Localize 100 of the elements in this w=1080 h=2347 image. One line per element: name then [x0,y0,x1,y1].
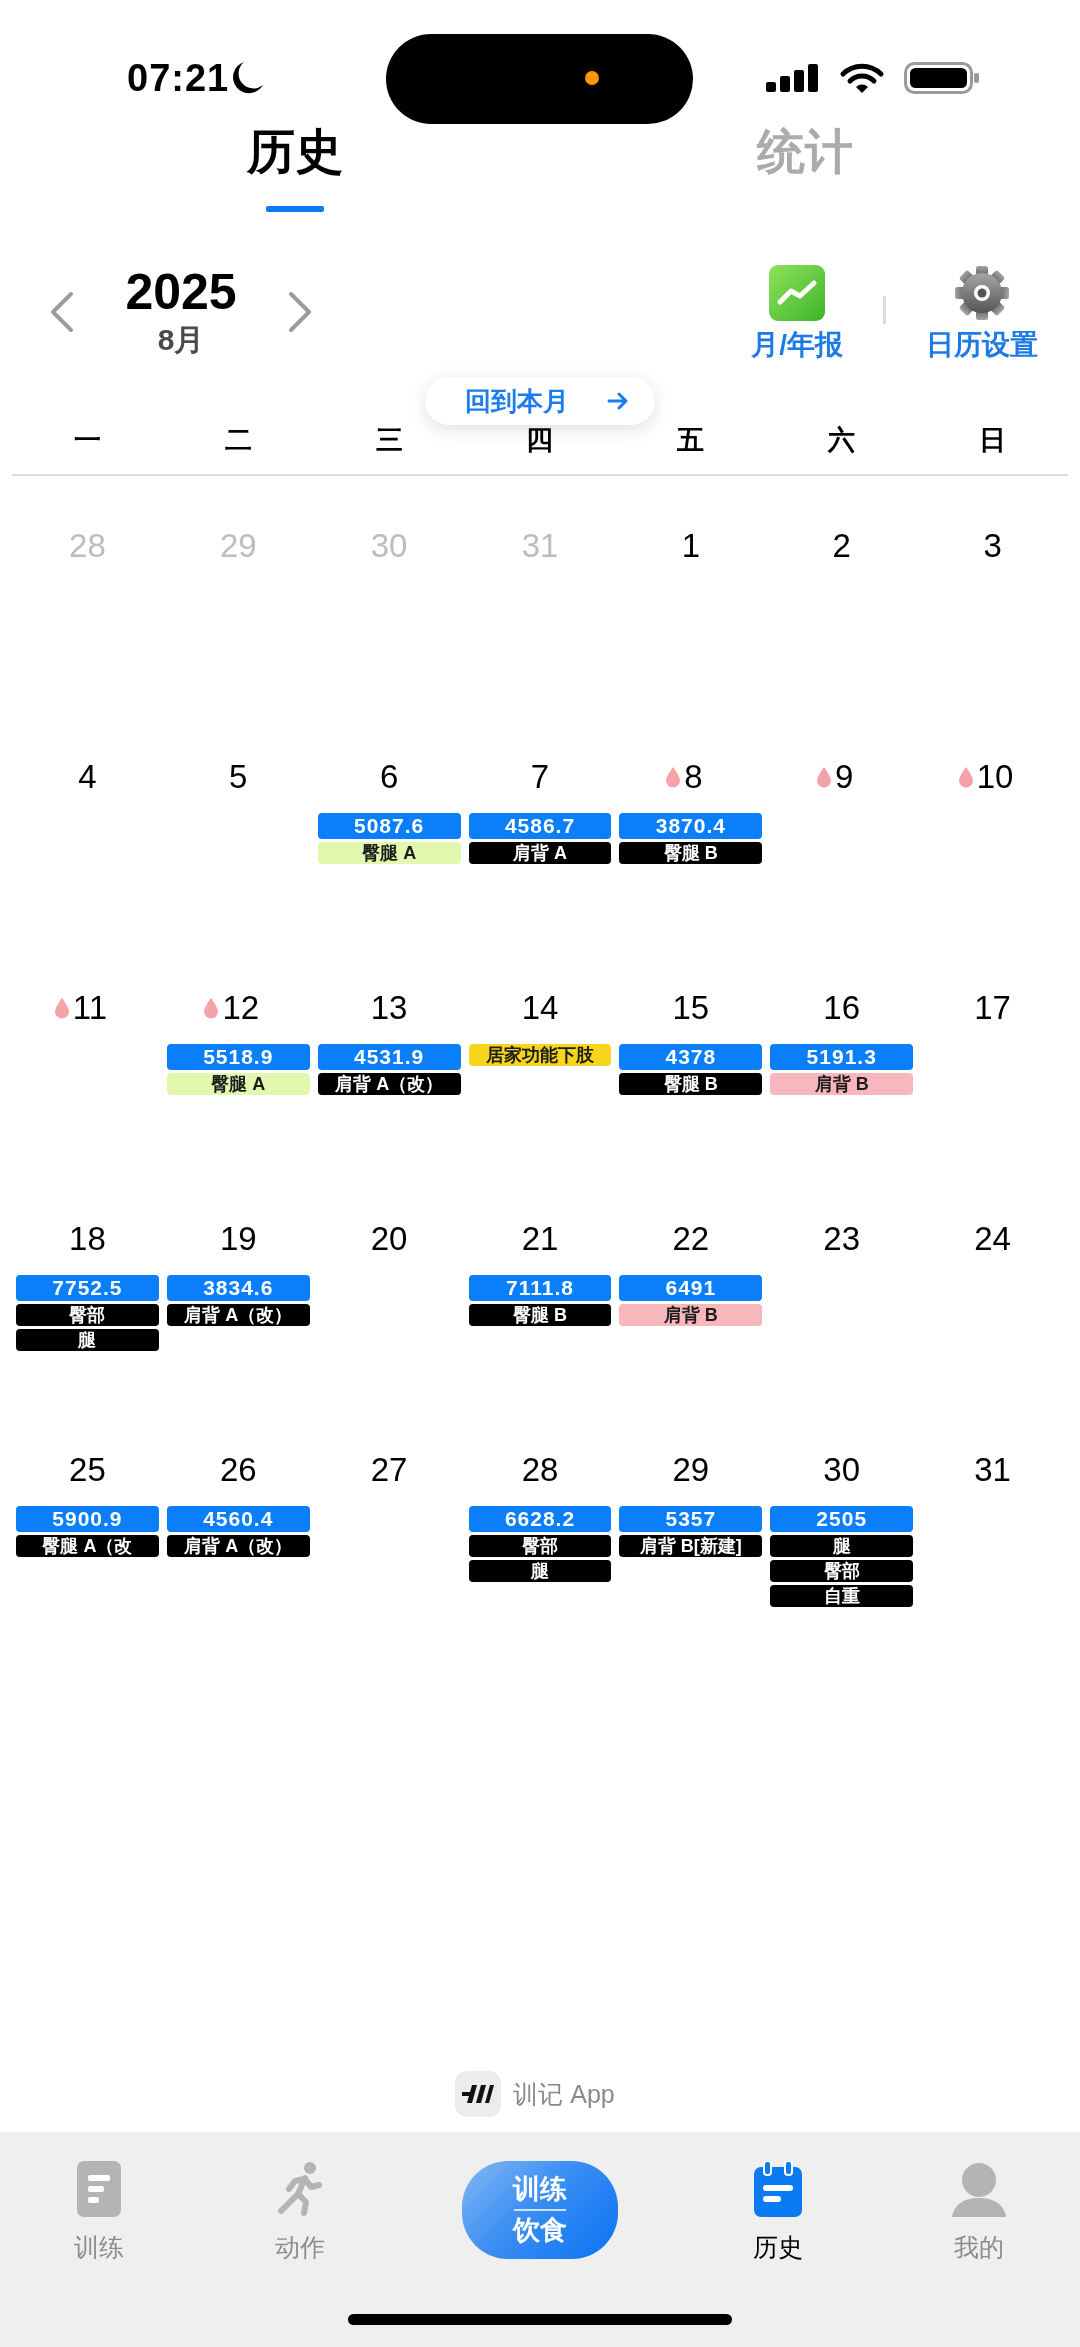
date-number[interactable]: 12 [222,988,260,1028]
back-to-current-month-button[interactable]: 回到本月 [425,377,655,425]
date-number[interactable]: 13 [370,988,408,1028]
date-number[interactable]: 8 [684,757,703,797]
workout-tag: 肩背 A（改） [166,1535,310,1557]
workout-tag: 肩背 A（改） [166,1304,310,1326]
workout-tag: 肩背 B [619,1304,763,1326]
date-number[interactable]: 3 [983,526,1002,566]
app-name: 训记 App [513,2078,615,2110]
workout-tag: 腿 [16,1329,159,1351]
running-person-icon [277,2161,323,2217]
chevron-left-icon[interactable] [49,291,75,333]
weekday-label: 六 [828,426,856,454]
weekday-label: 四 [526,426,554,454]
workout-tag: 居家功能下肢 [468,1044,612,1066]
date-number[interactable]: 21 [521,1219,559,1259]
volume-badge: 7752.5 [16,1275,159,1301]
workout-tag: 腿 [468,1560,612,1582]
chevron-right-icon[interactable] [287,291,313,333]
calendar-settings-button[interactable]: 日历设置 [926,265,1038,363]
date-number[interactable]: 14 [521,988,559,1028]
year-label: 2025 [125,265,237,319]
workout-tag: 臀部 [16,1304,159,1326]
calendar-icon [754,2161,802,2217]
date-number[interactable]: 17 [974,988,1011,1028]
workout-tag: 肩背 B[新建] [619,1535,763,1557]
date-number[interactable]: 23 [823,1219,861,1259]
workout-tag: 臀腿 B [468,1304,612,1326]
workout-tag: 臀腿 B [619,1073,763,1095]
weekday-label: 一 [73,426,101,454]
date-number[interactable]: 10 [976,757,1014,797]
volume-badge: 5518.9 [166,1044,310,1070]
view-tab[interactable]: 历史 [247,122,343,212]
date-number[interactable]: 11 [72,988,108,1028]
date-number[interactable]: 26 [219,1450,257,1490]
volume-badge: 4531.9 [317,1044,461,1070]
workout-diet-button[interactable]: 训练 饮食 [462,2161,618,2259]
date-number[interactable]: 22 [672,1219,710,1259]
volume-badge: 5191.3 [770,1044,914,1070]
volume-badge: 6491 [619,1275,763,1301]
date-number[interactable]: 6 [379,757,399,797]
signal-icon [766,64,820,92]
workout-tag: 臀腿 B [619,842,763,864]
month-label: 8月 [157,322,205,358]
date-number[interactable]: 28 [521,1450,559,1490]
weekday-label: 日 [979,426,1007,454]
volume-badge: 3834.6 [166,1275,310,1301]
volume-badge: 5900.9 [16,1506,159,1532]
date-number[interactable]: 25 [69,1450,106,1490]
workout-tag: 臀腿 A [166,1073,310,1095]
date-number[interactable]: 30 [823,1450,861,1490]
settings-icon [954,265,1010,321]
workout-tag: 臀腿 A（改 [16,1535,159,1557]
app-logo-icon [455,2071,502,2117]
date-number[interactable]: 19 [219,1219,257,1259]
nav-tab[interactable]: 历史 [753,2161,803,2263]
volume-badge: 4378 [619,1044,763,1070]
volume-badge: 5087.6 [317,813,461,839]
indicator-dot-icon [585,71,599,85]
date-number[interactable]: 2 [832,526,851,566]
volume-badge: 5357 [619,1506,763,1532]
weekday-label: 三 [375,426,403,454]
wifi-icon [839,62,885,94]
volume-badge: 2505 [770,1506,914,1532]
report-button[interactable]: 月/年报 [751,265,843,363]
person-icon [951,2161,1007,2217]
moon-icon [232,61,265,95]
volume-badge: 6628.2 [468,1506,612,1532]
workout-tag: 臀部 [468,1535,612,1557]
volume-badge: 3870.4 [619,813,763,839]
volume-badge: 4586.7 [468,813,612,839]
workout-tag: 自重 [770,1585,914,1607]
date-number[interactable]: 5 [229,757,248,797]
date-number[interactable]: 16 [823,988,861,1028]
date-number[interactable]: 15 [672,988,710,1028]
date-number[interactable]: 24 [974,1219,1011,1259]
date-number[interactable]: 18 [69,1219,106,1259]
volume-badge: 4560.4 [166,1506,310,1532]
date-number[interactable]: 20 [370,1219,408,1259]
workout-tag: 肩背 B [770,1073,914,1095]
workout-tag: 肩背 A（改） [317,1073,461,1095]
workout-tag: 臀腿 A [317,842,461,864]
date-number[interactable]: 7 [530,757,550,797]
volume-badge: 7111.8 [468,1275,612,1301]
status-time: 07:21 [127,56,230,100]
date-number[interactable]: 1 [681,526,701,566]
date-number[interactable]: 31 [974,1450,1011,1490]
arrow-right-icon [607,392,629,410]
date-number[interactable]: 29 [672,1450,710,1490]
date-number[interactable]: 27 [370,1450,408,1490]
weekday-label: 二 [224,426,252,454]
workout-tag: 臀部 [770,1560,914,1582]
workout-tag: 肩背 A [468,842,612,864]
date-number[interactable]: 9 [835,757,854,797]
trend-chart-icon [769,265,826,321]
date-number[interactable]: 4 [78,757,97,797]
battery-icon [904,62,980,94]
workout-tag: 腿 [770,1535,914,1557]
document-icon [77,2161,121,2217]
weekday-label: 五 [677,426,705,454]
